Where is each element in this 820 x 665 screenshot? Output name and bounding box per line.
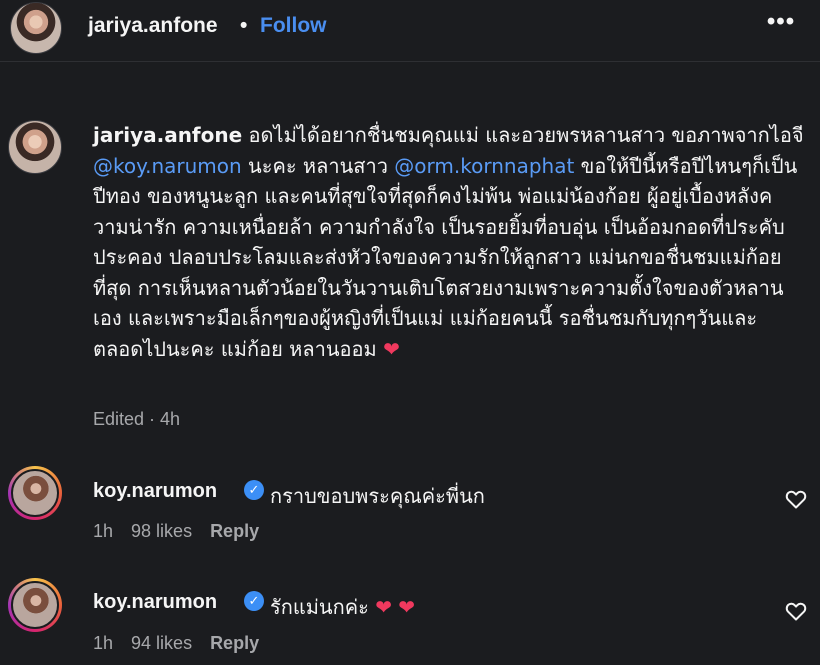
- post-caption: jariya.anfone อดไม่ได้อยากชื่นชมคุณแม่ แ…: [93, 120, 805, 364]
- caption-text-1: อดไม่ได้อยากชื่นชมคุณแม่ และอวยพรหลานสาว…: [242, 123, 804, 147]
- heart-emoji-icon: ❤: [383, 336, 400, 361]
- separator-dot: •: [240, 14, 248, 37]
- author-username[interactable]: jariya.anfone: [88, 14, 218, 38]
- avatar-image: [11, 469, 59, 517]
- comment-likes[interactable]: 98 likes: [131, 521, 192, 541]
- mention-koy-narumon[interactable]: @koy.narumon: [93, 154, 242, 178]
- comment-meta: 1h 94 likes Reply: [93, 633, 277, 654]
- heart-outline-icon[interactable]: [784, 487, 808, 511]
- mention-orm-kornnaphat[interactable]: @orm.kornnaphat: [394, 154, 574, 178]
- post-header: jariya.anfone • Follow •••: [0, 0, 820, 62]
- comment-text: รักแม่นกค่ะ ❤ ❤: [270, 591, 415, 623]
- comment-meta: 1h 98 likes Reply: [93, 521, 277, 542]
- comment-avatar[interactable]: [8, 578, 62, 632]
- heart-outline-icon[interactable]: [784, 599, 808, 623]
- comment-username[interactable]: koy.narumon: [93, 480, 217, 503]
- caption-text-3: ขอให้ปีนี้หรือปีไหนๆก็เป็นปีทอง ของหนูนะ…: [93, 153, 798, 361]
- verified-badge-icon: ✓: [244, 591, 264, 611]
- comment-text: กราบขอบพระคุณค่ะพี่นก: [270, 480, 485, 512]
- author-avatar[interactable]: [10, 2, 62, 54]
- comment-username[interactable]: koy.narumon: [93, 591, 217, 614]
- comment-time: 1h: [93, 521, 114, 541]
- caption-author-avatar[interactable]: [8, 120, 62, 174]
- follow-button[interactable]: Follow: [260, 14, 327, 38]
- reply-button[interactable]: Reply: [210, 521, 259, 541]
- more-options-icon[interactable]: •••: [764, 10, 798, 40]
- comment-body: รักแม่นกค่ะ: [270, 595, 369, 619]
- verified-badge-icon: ✓: [244, 480, 264, 500]
- comment-body: กราบขอบพระคุณค่ะพี่นก: [270, 484, 485, 508]
- avatar-image: [11, 581, 59, 629]
- caption-text-2: นะคะ หลานสาว: [241, 153, 395, 178]
- comment-likes[interactable]: 94 likes: [131, 633, 192, 653]
- caption-author[interactable]: jariya.anfone: [93, 123, 242, 147]
- heart-emoji-icon: ❤ ❤: [375, 595, 416, 619]
- comment-time: 1h: [93, 633, 114, 653]
- edited-timestamp: Edited · 4h: [93, 409, 181, 429]
- comment-avatar[interactable]: [8, 466, 62, 520]
- reply-button[interactable]: Reply: [210, 633, 259, 653]
